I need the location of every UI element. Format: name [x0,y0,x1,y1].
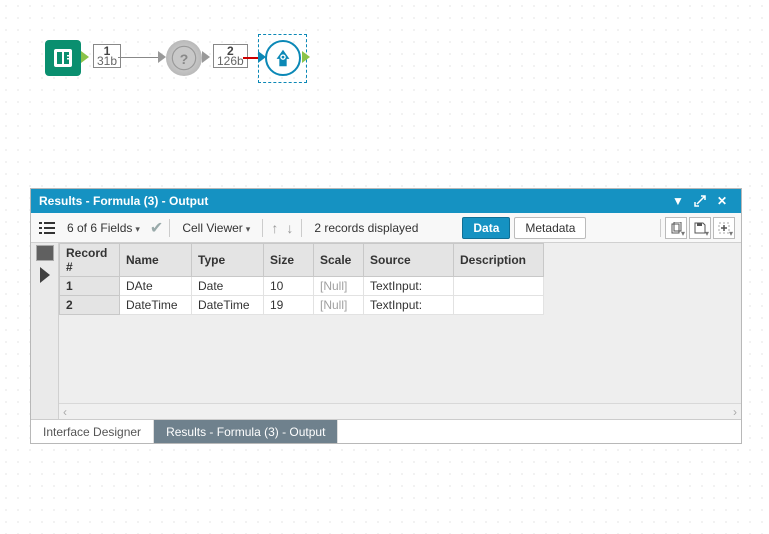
horizontal-scrollbar[interactable]: ‹› [59,403,741,419]
table-row[interactable]: 1 DAte Date 10 [Null] TextInput: [60,277,544,296]
results-panel: Results - Formula (3) - Output ▼ ✕ 6 of … [30,188,742,444]
check-icon[interactable]: ✔ [150,218,163,238]
out-anchor-2-icon[interactable] [202,51,210,63]
col-size[interactable]: Size [264,244,314,277]
panel-titlebar[interactable]: Results - Formula (3) - Output ▼ ✕ [31,189,741,213]
panel-title-text: Results - Formula (3) - Output [39,189,208,213]
col-desc[interactable]: Description [454,244,544,277]
results-toolbar: 6 of 6 Fields ✔ Cell Viewer ↑ ↓ 2 record… [31,213,741,243]
out-anchor-3-icon[interactable] [302,51,310,63]
bottom-tabs: Interface Designer Results - Formula (3)… [31,419,741,443]
col-scale[interactable]: Scale [314,244,364,277]
add-icon[interactable]: ▾ [713,217,735,239]
list-icon[interactable] [37,218,57,238]
save-icon[interactable]: ▾ [689,217,711,239]
cell-viewer-dropdown[interactable]: Cell Viewer [176,221,256,235]
anchor-1-box[interactable]: 1 31b [93,44,121,68]
copy-icon[interactable]: ▾ [665,217,687,239]
sort-asc-icon[interactable]: ↑ [269,220,280,236]
results-grid[interactable]: Record # Name Type Size Scale Source Des… [59,243,544,315]
fields-dropdown[interactable]: 6 of 6 Fields [61,221,146,235]
anchor-2-box[interactable]: 2 126b [213,44,248,68]
svg-text:?: ? [180,51,189,67]
table-row[interactable]: 2 DateTime DateTime 19 [Null] TextInput: [60,296,544,315]
data-button[interactable]: Data [462,217,510,239]
in-anchor-icon[interactable] [158,51,166,63]
tool-text-input[interactable] [45,40,81,76]
grid-scroll[interactable]: Record # Name Type Size Scale Source Des… [59,243,741,403]
collapse-icon[interactable]: ▼ [667,189,689,213]
col-name[interactable]: Name [120,244,192,277]
record-tab-all[interactable] [36,245,54,261]
workflow-canvas[interactable]: 1 31b ? 2 126b [0,0,769,200]
col-type[interactable]: Type [192,244,264,277]
anchor-1-size: 31b [97,56,117,66]
close-icon[interactable]: ✕ [711,189,733,213]
out-anchor-icon[interactable] [81,51,89,63]
wire-1 [118,57,158,58]
tab-interface-designer[interactable]: Interface Designer [31,420,154,443]
tab-results[interactable]: Results - Formula (3) - Output [154,420,338,443]
records-displayed-label: 2 records displayed [308,221,424,235]
col-source[interactable]: Source [364,244,454,277]
metadata-button[interactable]: Metadata [514,217,586,239]
popout-icon[interactable] [689,194,711,208]
record-tab-current[interactable] [40,263,50,283]
tool-unknown[interactable]: ? [166,40,202,76]
record-tabs [31,243,59,419]
sort-desc-icon[interactable]: ↓ [284,220,295,236]
col-recno[interactable]: Record # [60,244,120,277]
tool-formula[interactable] [265,40,301,76]
anchor-2-size: 126b [217,56,244,66]
